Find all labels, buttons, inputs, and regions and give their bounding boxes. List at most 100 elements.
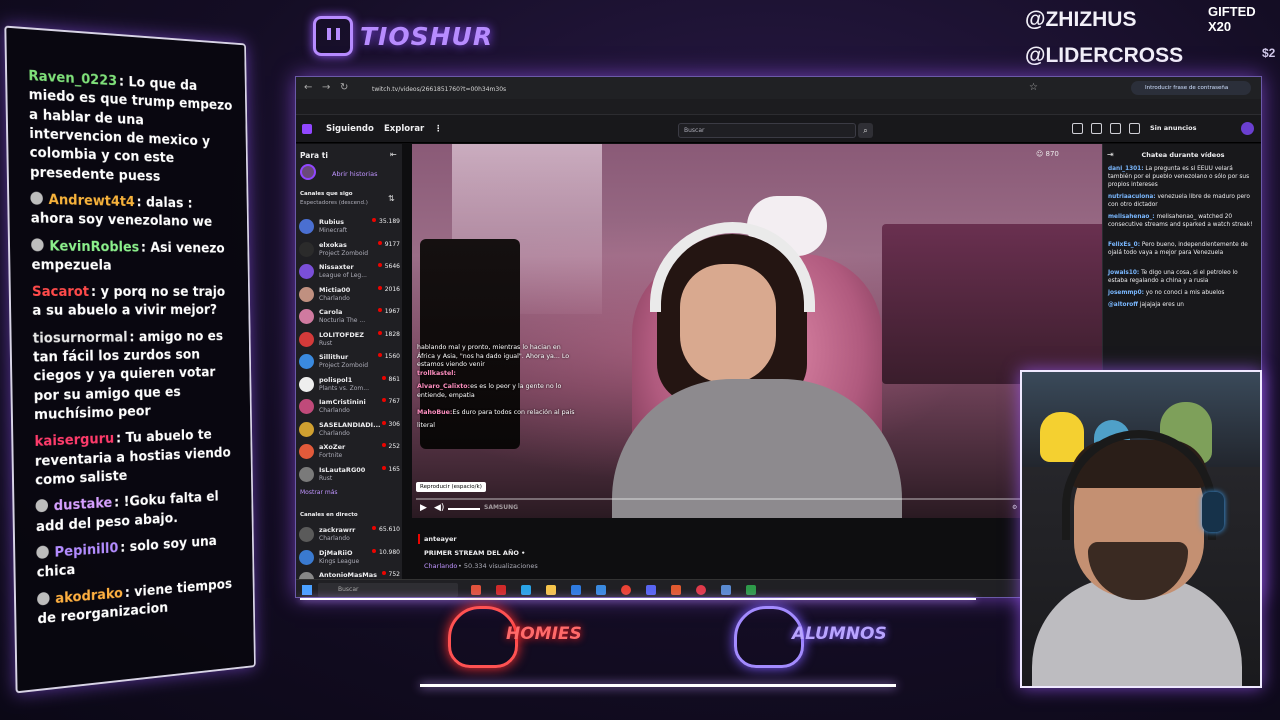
sidebar-channel-item[interactable]: SASELANDIADI... Charlando 306	[299, 419, 402, 441]
neon-divider	[420, 684, 896, 687]
notifications-icon[interactable]	[1129, 123, 1140, 134]
forward-icon[interactable]: →	[322, 82, 330, 93]
chat-badge-icon	[31, 237, 44, 251]
overlay-chat-message: Raven_0223: Lo que da miedo es que trump…	[28, 67, 234, 189]
settings-icon[interactable]: ⚙	[1012, 504, 1017, 511]
search-icon[interactable]: ⌕	[858, 123, 873, 138]
chat-message: dani_1301: La pregunta es si EEUU velará…	[1108, 166, 1258, 189]
player-chat-line: literal	[417, 422, 577, 431]
channel-avatar	[299, 331, 314, 347]
ad-free-button[interactable]: Sin anuncios	[1150, 124, 1196, 132]
channel-name: AntonioMasMas	[319, 571, 377, 579]
opera-icon[interactable]	[496, 585, 506, 595]
player-chat-line: hablando mal y pronto, mientras lo hacia…	[417, 344, 577, 370]
sidebar-channel-item[interactable]: IamCristinini Charlando 767	[299, 396, 402, 418]
channel-viewer-count: 65.610	[372, 526, 400, 533]
chat-message: melisahenao_: melisahenao_ watched 20 co…	[1108, 214, 1258, 230]
edge-icon[interactable]	[521, 585, 531, 595]
channel-category: Kings League	[319, 557, 360, 565]
channel-avatar	[299, 444, 314, 459]
channel-name: IamCristinini	[319, 398, 366, 406]
channel-avatar	[299, 264, 314, 279]
sidebar-channel-item[interactable]: Sillithur Project Zomboid 1560	[299, 351, 402, 373]
video-category-link[interactable]: Charlando	[424, 562, 457, 570]
sidebar-channel-item[interactable]: AntonioMasMas 752	[299, 569, 402, 579]
prime-icon[interactable]	[1072, 123, 1083, 134]
channel-name: zackrawrr	[319, 526, 356, 534]
sidebar-channel-item[interactable]: polispol1 Plants vs. Zom... 861	[299, 374, 402, 396]
show-more-link[interactable]: Mostrar más	[300, 489, 338, 496]
sidebar-channel-item[interactable]: Rubius Minecraft 35.189	[299, 216, 402, 238]
sidebar-channel-item[interactable]: elxokas Project Zomboid 9177	[299, 239, 402, 261]
pokeball-icon[interactable]	[696, 585, 706, 595]
chat-badge-icon	[37, 591, 50, 606]
chat-message: nutriaaculona: venezuela libre de maduro…	[1108, 194, 1258, 210]
more-icon[interactable]: ⋮	[434, 124, 443, 134]
channel-name: IsLautaRG00	[319, 465, 366, 474]
channel-viewer-count: 1967	[378, 308, 400, 315]
channel-name: LOLITOFDEZ	[319, 330, 364, 339]
chat-badge-icon	[36, 545, 49, 559]
taskbar-search[interactable]: Buscar	[318, 583, 458, 597]
whispers-icon[interactable]	[1110, 123, 1121, 134]
stories-avatar[interactable]	[300, 164, 316, 180]
search-input[interactable]: Buscar	[678, 123, 856, 138]
address-bar[interactable]: twitch.tv/videos/2661851760?t=00h34m30s	[372, 86, 506, 93]
store-icon[interactable]	[571, 585, 581, 595]
folder-icon[interactable]	[546, 585, 556, 595]
video-watermark: SAMSUNG	[484, 504, 519, 511]
inbox-icon[interactable]	[1091, 123, 1102, 134]
chrome-icon[interactable]	[621, 585, 631, 595]
brave-icon[interactable]	[471, 585, 481, 595]
live-channel-list: zackrawrr Charlando 65.610 DjMaRiiO Kings Le…	[296, 524, 402, 579]
sidebar-channel-item[interactable]: Carola Nocturia The ... 1967	[299, 306, 402, 328]
overlay-chat-panel: Raven_0223: Lo que da miedo es que trump…	[4, 25, 256, 694]
twitch-logo-icon[interactable]	[302, 124, 312, 134]
channel-avatar	[299, 376, 314, 392]
player-chat-username: Alvaro_Calixto:	[417, 383, 471, 390]
channel-viewer-count: 9177	[378, 241, 400, 248]
chat-username: Jowals10:	[1108, 270, 1140, 276]
windows-start-icon[interactable]	[302, 585, 312, 595]
player-chat-username: trollkastel:	[417, 370, 456, 377]
app-icon[interactable]	[721, 585, 731, 595]
chat-text: jajajaja eres un	[1139, 302, 1184, 308]
chat-username: melisahenao_:	[1108, 214, 1155, 220]
nav-following[interactable]: Siguiendo	[326, 124, 374, 134]
sidebar-channel-item[interactable]: IsLautaRG00 Rust 165	[299, 464, 402, 486]
overlay-chat-username: KevinRobles	[49, 238, 140, 255]
channels-sidebar: Para ti ⇤ Abrir historias Canales que si…	[296, 144, 402, 579]
nav-browse[interactable]: Explorar	[384, 124, 424, 134]
channel-name: SASELANDIADI...	[319, 420, 381, 429]
sidebar-channel-item[interactable]: Nissaxter League of Leg... 5646	[299, 261, 402, 283]
open-stories-link[interactable]: Abrir historias	[332, 170, 377, 178]
overlay-chat-username: Andrewt4t4	[48, 191, 135, 210]
channel-avatar	[299, 241, 314, 257]
sort-icon[interactable]: ⇅	[388, 194, 395, 203]
app-icon[interactable]	[596, 585, 606, 595]
sidebar-channel-item[interactable]: zackrawrr Charlando 65.610	[299, 524, 402, 546]
bookmark-star-icon[interactable]: ☆	[1029, 82, 1038, 93]
back-icon[interactable]: ←	[304, 82, 312, 93]
channel-category: League of Leg...	[319, 272, 367, 279]
avatar[interactable]	[1241, 122, 1254, 135]
password-prompt-chip[interactable]: Introducir frase de contraseña	[1131, 81, 1251, 95]
volume-icon[interactable]: ◀)	[434, 503, 444, 513]
player-chat-line: Alvaro_Calixto:es es lo peor y la gente …	[417, 383, 577, 400]
channel-name: DjMaRiiO	[319, 548, 353, 557]
app-icon[interactable]	[746, 585, 756, 595]
discord-icon[interactable]	[646, 585, 656, 595]
reload-icon[interactable]: ↻	[340, 82, 348, 93]
app-icon[interactable]	[671, 585, 681, 595]
sidebar-channel-item[interactable]: Mictia00 Charlando 2016	[299, 284, 402, 306]
play-icon[interactable]: ▶	[420, 503, 427, 513]
sidebar-for-you: Para ti	[300, 151, 328, 160]
channel-category: Rust	[319, 339, 333, 347]
volume-slider[interactable]	[448, 508, 480, 510]
channel-viewer-count: 35.189	[372, 218, 400, 225]
collapse-sidebar-icon[interactable]: ⇤	[390, 150, 397, 159]
sidebar-channel-item[interactable]: aXoZer Fortnite 252	[299, 441, 402, 463]
sidebar-channel-item[interactable]: DjMaRiiO Kings League 10.980	[299, 547, 402, 569]
sidebar-channel-item[interactable]: LOLITOFDEZ Rust 1828	[299, 329, 402, 351]
video-views: • 50.334 visualizaciones	[458, 562, 538, 570]
